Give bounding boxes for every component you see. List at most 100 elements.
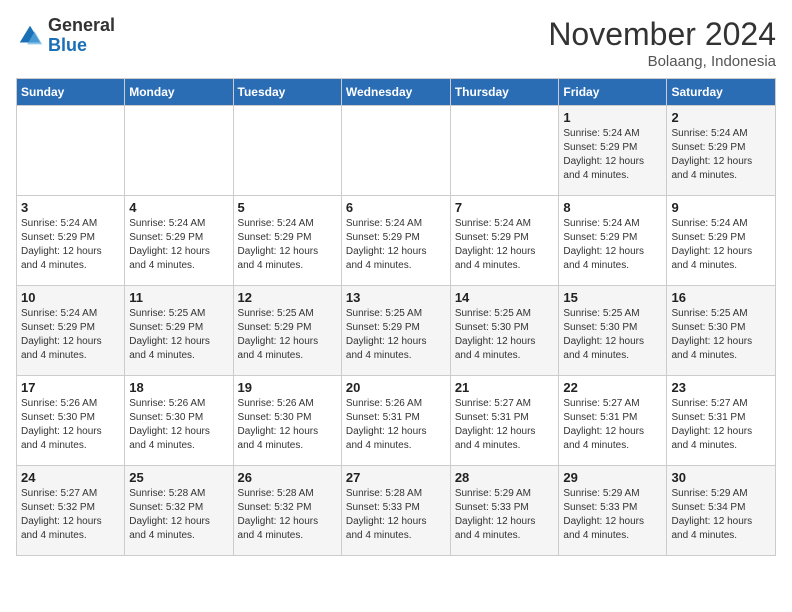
calendar-week-row: 10 Sunrise: 5:24 AM Sunset: 5:29 PM Dayli…	[17, 286, 776, 376]
weekday-header-saturday: Saturday	[667, 79, 776, 106]
calendar-cell: 20 Sunrise: 5:26 AM Sunset: 5:31 PM Dayli…	[341, 376, 450, 466]
day-number: 9	[671, 200, 771, 215]
weekday-header-row: SundayMondayTuesdayWednesdayThursdayFrid…	[17, 79, 776, 106]
day-number: 11	[129, 290, 228, 305]
day-info: Sunrise: 5:24 AM Sunset: 5:29 PM Dayligh…	[129, 217, 228, 273]
logo-text: GeneralBlue	[48, 16, 115, 56]
calendar-cell: 27 Sunrise: 5:28 AM Sunset: 5:33 PM Dayli…	[341, 466, 450, 556]
calendar-cell: 2 Sunrise: 5:24 AM Sunset: 5:29 PM Daylig…	[667, 106, 776, 196]
day-number: 27	[346, 470, 446, 485]
day-info: Sunrise: 5:25 AM Sunset: 5:30 PM Dayligh…	[455, 307, 555, 363]
day-info: Sunrise: 5:24 AM Sunset: 5:29 PM Dayligh…	[671, 217, 771, 273]
weekday-header-tuesday: Tuesday	[233, 79, 341, 106]
location: Bolaang, Indonesia	[548, 53, 776, 70]
day-info: Sunrise: 5:24 AM Sunset: 5:29 PM Dayligh…	[346, 217, 446, 273]
calendar-cell: 24 Sunrise: 5:27 AM Sunset: 5:32 PM Dayli…	[17, 466, 125, 556]
day-info: Sunrise: 5:24 AM Sunset: 5:29 PM Dayligh…	[671, 127, 771, 183]
day-info: Sunrise: 5:24 AM Sunset: 5:29 PM Dayligh…	[21, 217, 120, 273]
calendar-cell: 5 Sunrise: 5:24 AM Sunset: 5:29 PM Daylig…	[233, 196, 341, 286]
calendar-week-row: 24 Sunrise: 5:27 AM Sunset: 5:32 PM Dayli…	[17, 466, 776, 556]
day-number: 13	[346, 290, 446, 305]
weekday-header-sunday: Sunday	[17, 79, 125, 106]
calendar-cell: 6Sunrise: 5:24 AM Sunset: 5:29 PM Daylig…	[341, 196, 450, 286]
day-number: 2	[671, 110, 771, 125]
calendar-cell	[341, 106, 450, 196]
calendar-cell: 12 Sunrise: 5:25 AM Sunset: 5:29 PM Dayli…	[233, 286, 341, 376]
calendar-cell: 29 Sunrise: 5:29 AM Sunset: 5:33 PM Dayli…	[559, 466, 667, 556]
day-info: Sunrise: 5:27 AM Sunset: 5:31 PM Dayligh…	[563, 397, 662, 453]
day-info: Sunrise: 5:25 AM Sunset: 5:29 PM Dayligh…	[346, 307, 446, 363]
weekday-header-thursday: Thursday	[450, 79, 559, 106]
day-number: 19	[238, 380, 337, 395]
logo-icon	[16, 22, 44, 50]
calendar-cell	[17, 106, 125, 196]
day-number: 18	[129, 380, 228, 395]
day-number: 1	[563, 110, 662, 125]
day-number: 17	[21, 380, 120, 395]
day-number: 8	[563, 200, 662, 215]
calendar-cell: 10 Sunrise: 5:24 AM Sunset: 5:29 PM Dayli…	[17, 286, 125, 376]
day-info: Sunrise: 5:24 AM Sunset: 5:29 PM Dayligh…	[238, 217, 337, 273]
day-number: 21	[455, 380, 555, 395]
day-number: 25	[129, 470, 228, 485]
calendar-cell: 30Sunrise: 5:29 AM Sunset: 5:34 PM Dayli…	[667, 466, 776, 556]
calendar-cell	[233, 106, 341, 196]
day-info: Sunrise: 5:24 AM Sunset: 5:29 PM Dayligh…	[563, 217, 662, 273]
title-block: November 2024 Bolaang, Indonesia	[548, 16, 776, 70]
day-number: 10	[21, 290, 120, 305]
day-info: Sunrise: 5:24 AM Sunset: 5:29 PM Dayligh…	[563, 127, 662, 183]
day-number: 15	[563, 290, 662, 305]
day-info: Sunrise: 5:29 AM Sunset: 5:33 PM Dayligh…	[563, 487, 662, 543]
calendar-cell: 3 Sunrise: 5:24 AM Sunset: 5:29 PM Daylig…	[17, 196, 125, 286]
day-info: Sunrise: 5:24 AM Sunset: 5:29 PM Dayligh…	[455, 217, 555, 273]
calendar-cell: 19 Sunrise: 5:26 AM Sunset: 5:30 PM Dayli…	[233, 376, 341, 466]
day-number: 12	[238, 290, 337, 305]
day-info: Sunrise: 5:26 AM Sunset: 5:31 PM Dayligh…	[346, 397, 446, 453]
calendar-cell: 4 Sunrise: 5:24 AM Sunset: 5:29 PM Daylig…	[125, 196, 233, 286]
calendar-cell: 8 Sunrise: 5:24 AM Sunset: 5:29 PM Daylig…	[559, 196, 667, 286]
weekday-header-wednesday: Wednesday	[341, 79, 450, 106]
calendar-cell: 23Sunrise: 5:27 AM Sunset: 5:31 PM Dayli…	[667, 376, 776, 466]
calendar-week-row: 1 Sunrise: 5:24 AM Sunset: 5:29 PM Daylig…	[17, 106, 776, 196]
day-number: 5	[238, 200, 337, 215]
day-info: Sunrise: 5:26 AM Sunset: 5:30 PM Dayligh…	[238, 397, 337, 453]
day-info: Sunrise: 5:25 AM Sunset: 5:30 PM Dayligh…	[563, 307, 662, 363]
day-info: Sunrise: 5:27 AM Sunset: 5:32 PM Dayligh…	[21, 487, 120, 543]
day-info: Sunrise: 5:25 AM Sunset: 5:30 PM Dayligh…	[671, 307, 771, 363]
logo: GeneralBlue	[16, 16, 115, 56]
day-info: Sunrise: 5:25 AM Sunset: 5:29 PM Dayligh…	[238, 307, 337, 363]
day-number: 28	[455, 470, 555, 485]
day-info: Sunrise: 5:27 AM Sunset: 5:31 PM Dayligh…	[455, 397, 555, 453]
day-number: 16	[671, 290, 771, 305]
page-header: GeneralBlue November 2024 Bolaang, Indon…	[16, 16, 776, 70]
day-number: 20	[346, 380, 446, 395]
day-number: 3	[21, 200, 120, 215]
day-number: 4	[129, 200, 228, 215]
day-number: 22	[563, 380, 662, 395]
calendar-cell: 7 Sunrise: 5:24 AM Sunset: 5:29 PM Daylig…	[450, 196, 559, 286]
day-info: Sunrise: 5:29 AM Sunset: 5:33 PM Dayligh…	[455, 487, 555, 543]
calendar-cell: 18 Sunrise: 5:26 AM Sunset: 5:30 PM Dayli…	[125, 376, 233, 466]
day-number: 26	[238, 470, 337, 485]
day-info: Sunrise: 5:28 AM Sunset: 5:32 PM Dayligh…	[238, 487, 337, 543]
calendar-week-row: 17 Sunrise: 5:26 AM Sunset: 5:30 PM Dayli…	[17, 376, 776, 466]
day-info: Sunrise: 5:28 AM Sunset: 5:33 PM Dayligh…	[346, 487, 446, 543]
month-title: November 2024	[548, 16, 776, 53]
day-info: Sunrise: 5:28 AM Sunset: 5:32 PM Dayligh…	[129, 487, 228, 543]
calendar-cell: 14Sunrise: 5:25 AM Sunset: 5:30 PM Dayli…	[450, 286, 559, 376]
calendar-week-row: 3 Sunrise: 5:24 AM Sunset: 5:29 PM Daylig…	[17, 196, 776, 286]
calendar-table: SundayMondayTuesdayWednesdayThursdayFrid…	[16, 78, 776, 556]
calendar-cell: 21 Sunrise: 5:27 AM Sunset: 5:31 PM Dayli…	[450, 376, 559, 466]
calendar-cell: 16 Sunrise: 5:25 AM Sunset: 5:30 PM Dayli…	[667, 286, 776, 376]
calendar-cell: 13 Sunrise: 5:25 AM Sunset: 5:29 PM Dayli…	[341, 286, 450, 376]
day-info: Sunrise: 5:24 AM Sunset: 5:29 PM Dayligh…	[21, 307, 120, 363]
day-number: 29	[563, 470, 662, 485]
weekday-header-friday: Friday	[559, 79, 667, 106]
day-number: 24	[21, 470, 120, 485]
day-info: Sunrise: 5:26 AM Sunset: 5:30 PM Dayligh…	[129, 397, 228, 453]
calendar-cell	[125, 106, 233, 196]
calendar-cell: 22 Sunrise: 5:27 AM Sunset: 5:31 PM Dayli…	[559, 376, 667, 466]
calendar-cell: 15 Sunrise: 5:25 AM Sunset: 5:30 PM Dayli…	[559, 286, 667, 376]
day-number: 7	[455, 200, 555, 215]
calendar-cell: 9 Sunrise: 5:24 AM Sunset: 5:29 PM Daylig…	[667, 196, 776, 286]
